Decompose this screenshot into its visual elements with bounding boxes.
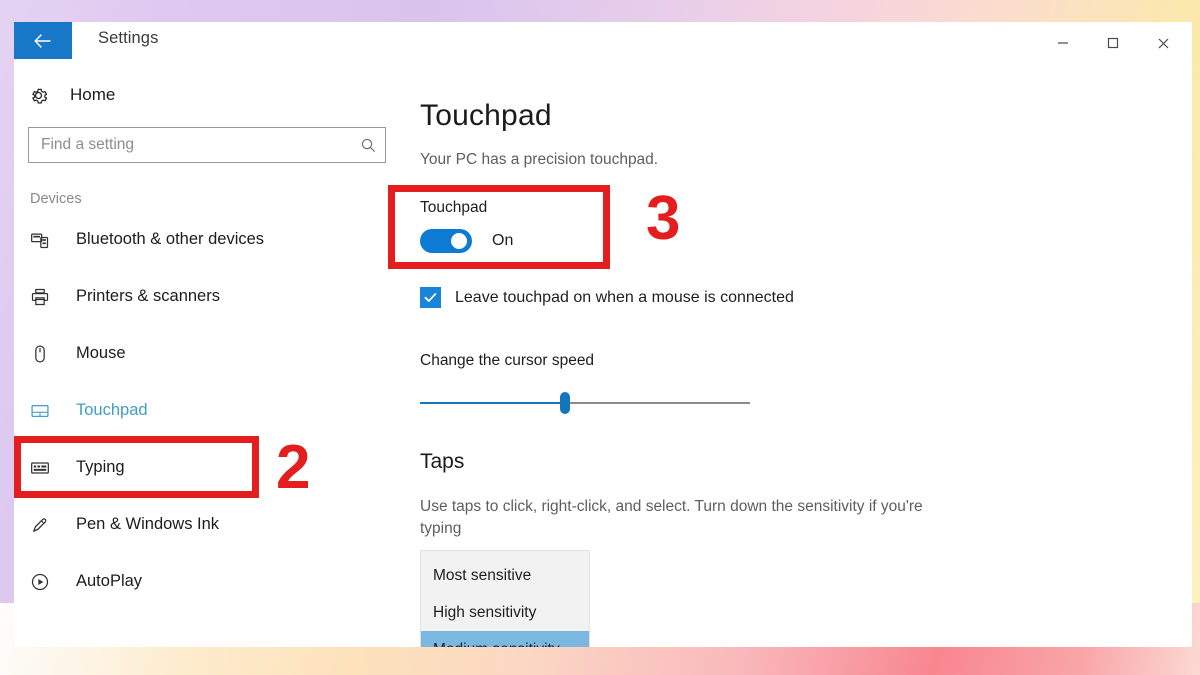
main-panel: Touchpad Your PC has a precision touchpa… [402,67,1192,647]
pen-icon [30,515,62,535]
mouse-icon [30,344,62,364]
keyboard-icon [30,458,62,478]
search-icon [351,137,385,154]
sidebar-item-typing[interactable]: Typing [14,439,402,496]
dropdown-option-selected[interactable]: Medium sensitivity [421,631,589,647]
toggle-state-label: On [492,232,514,249]
cursor-speed-slider[interactable] [420,392,750,414]
sidebar-item-home[interactable]: Home [14,73,402,117]
leave-touchpad-on-checkbox[interactable] [420,287,441,308]
printer-icon [30,287,62,307]
checkmark-icon [424,293,437,302]
close-button[interactable] [1138,26,1188,60]
toggle-knob [451,233,467,249]
maximize-button[interactable] [1088,26,1138,60]
page-subtitle: Your PC has a precision touchpad. [420,151,659,168]
window-content: Home Devices [14,67,1192,647]
back-button[interactable] [14,22,72,59]
window-controls [1038,26,1188,60]
taps-section-description: Use taps to click, right-click, and sele… [420,498,923,538]
touchpad-toggle-section: Touchpad On [420,199,1192,253]
sidebar-item-label: Pen & Windows Ink [76,515,220,533]
touchpad-icon [30,401,62,421]
minimize-button[interactable] [1038,26,1088,60]
touchpad-toggle-switch[interactable] [420,229,472,253]
sidebar-home-label: Home [70,85,116,104]
sidebar-item-printers-scanners[interactable]: Printers & scanners [14,268,402,325]
page-title: Touchpad [420,99,552,132]
sidebar-item-label: Touchpad [76,401,148,419]
sensitivity-dropdown[interactable]: Most sensitive High sensitivity Medium s… [420,550,590,647]
back-arrow-icon [34,33,51,48]
slider-thumb[interactable] [560,392,571,414]
search-input[interactable] [29,136,351,154]
gear-icon [28,85,62,106]
maximize-icon [1107,37,1119,49]
sidebar-item-mouse[interactable]: Mouse [14,325,402,382]
sidebar-item-label: Typing [76,458,125,476]
bluetooth-devices-icon [30,230,62,250]
touchpad-toggle-row: On [420,229,1192,253]
taps-section-title: Taps [420,450,465,473]
sidebar-item-touchpad[interactable]: Touchpad [14,382,402,439]
search-box[interactable] [28,127,386,163]
app-title: Settings [98,29,159,47]
checkbox-label: Leave touchpad on when a mouse is connec… [455,288,794,306]
sidebar-item-bluetooth-other-devices[interactable]: Bluetooth & other devices [14,211,402,268]
sidebar-item-label: AutoPlay [76,572,143,590]
close-icon [1158,38,1168,48]
touchpad-toggle-label: Touchpad [420,199,488,216]
sidebar-item-label: Bluetooth & other devices [76,230,265,248]
title-bar: Settings [14,22,1192,67]
dropdown-option[interactable]: High sensitivity [421,594,589,631]
sidebar-item-label: Mouse [76,344,126,362]
autoplay-icon [30,572,62,592]
leave-touchpad-on-checkbox-row[interactable]: Leave touchpad on when a mouse is connec… [420,287,1192,308]
sidebar-item-label: Printers & scanners [76,287,220,305]
sidebar-group-label: Devices [30,191,82,207]
sidebar-item-autoplay[interactable]: AutoPlay [14,553,402,610]
minimize-icon [1058,42,1068,44]
cursor-speed-label: Change the cursor speed [420,352,595,369]
settings-window: Settings Home Find a setting Devices Blu… [14,22,1192,647]
sidebar-item-pen-windows-ink[interactable]: Pen & Windows Ink [14,496,402,553]
dropdown-option[interactable]: Most sensitive [421,557,589,594]
sidebar: Home Devices [14,67,402,647]
slider-fill [420,402,566,404]
